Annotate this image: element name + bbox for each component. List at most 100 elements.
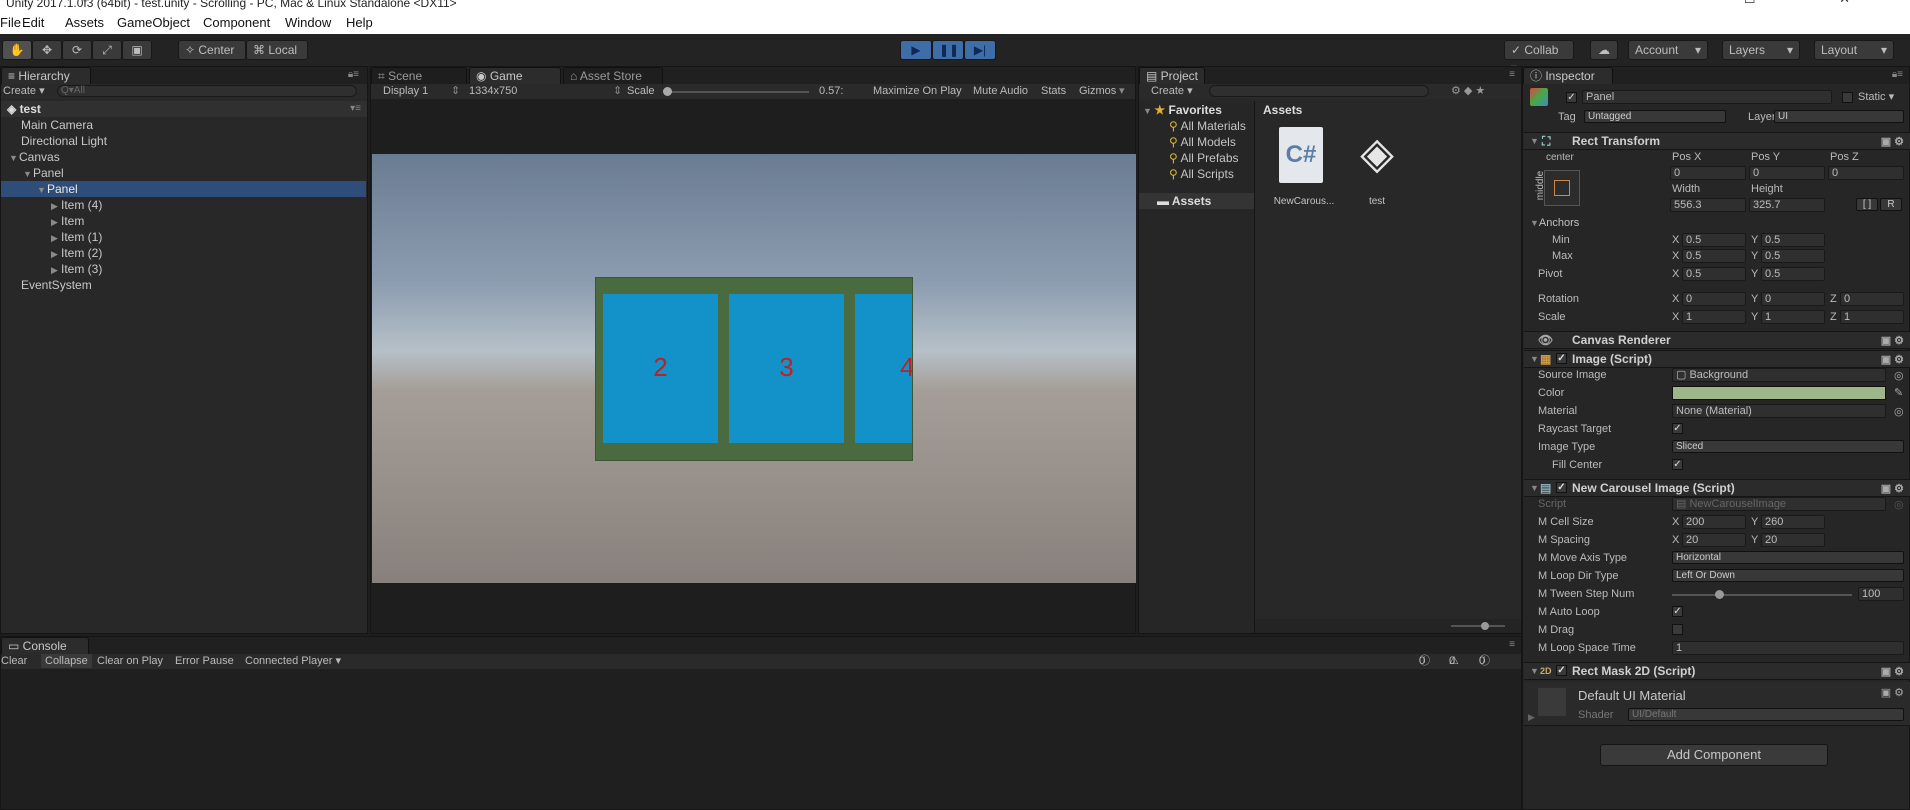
tag-dropdown[interactable]: Untagged (1584, 110, 1726, 123)
scale-tool-icon[interactable]: ⤢ (92, 40, 122, 60)
hierarchy-item-panel-selected[interactable]: ▼Panel (1, 181, 366, 197)
active-checkbox[interactable]: ✓ (1566, 92, 1577, 103)
zoom-slider[interactable] (1451, 625, 1505, 627)
scene-menu-icon[interactable]: ▾≡ (350, 101, 361, 117)
window-controls[interactable]: — ☐ ✕ (1647, 0, 1890, 5)
spacing-x-field[interactable]: 20 (1682, 533, 1746, 547)
pivot-local-button[interactable]: ⌘ Local (246, 40, 308, 60)
shader-dropdown[interactable]: UI/Default (1628, 708, 1904, 721)
console-clear-button[interactable]: Clear (1, 654, 27, 668)
tab-project[interactable]: ▤ Project (1139, 67, 1205, 84)
anchor-min-x-field[interactable]: 0.5 (1682, 233, 1746, 247)
favorite-all-materials[interactable]: ⚲ All Materials (1169, 119, 1246, 133)
scale-z-field[interactable]: 1 (1840, 310, 1904, 324)
zoom-slider-thumb[interactable] (1481, 622, 1489, 630)
project-create-button[interactable]: Create ▾ (1151, 84, 1193, 98)
lock-icon[interactable]: 🔒︎≡ (1892, 69, 1903, 80)
image-script-header[interactable]: ▼ ▦ ✓ Image (Script) ▣ ⚙ (1524, 350, 1910, 368)
auto-loop-checkbox[interactable]: ✓ (1672, 606, 1683, 617)
rect-transform-header[interactable]: ▼ ⛶ Rect Transform ▣ ⚙ (1524, 132, 1910, 150)
collab-button[interactable]: ✓ Collab ▾ (1504, 40, 1574, 75)
console-error-pause-button[interactable]: Error Pause (175, 654, 234, 668)
cell-size-x-field[interactable]: 200 (1682, 515, 1746, 529)
raw-edit-button[interactable]: R (1880, 198, 1902, 211)
gear-icon[interactable]: ▣ ⚙ (1881, 686, 1904, 699)
scale-slider-thumb[interactable] (663, 87, 672, 96)
layers-dropdown[interactable]: Layers ▾ (1722, 40, 1800, 60)
pos-y-field[interactable]: 0 (1749, 166, 1825, 180)
hierarchy-search-input[interactable]: Q▾All (57, 85, 357, 97)
menu-assets[interactable]: Assets (65, 15, 104, 30)
object-picker-icon[interactable]: ◎ (1894, 369, 1904, 382)
display-dropdown[interactable]: Display 1 (383, 84, 428, 98)
hierarchy-item-panel[interactable]: ▼Panel (1, 165, 64, 181)
pause-button[interactable]: ❚❚ (932, 40, 964, 60)
move-tool-icon[interactable]: ✥ (32, 40, 62, 60)
console-collapse-button[interactable]: Collapse (41, 654, 92, 668)
hand-tool-icon[interactable]: ✋ (2, 40, 32, 60)
anchor-preset-icon[interactable] (1544, 170, 1580, 206)
console-connected-player-dropdown[interactable]: Connected Player ▾ (245, 654, 341, 668)
menu-edit[interactable]: Edit (22, 15, 44, 30)
expand-arrow-icon[interactable]: ▼ (9, 150, 19, 166)
hierarchy-item-item[interactable]: ▶ Item (1, 213, 84, 229)
scale-x-field[interactable]: 1 (1682, 310, 1746, 324)
filter-icon[interactable]: ⚙ ◆ ★ (1451, 84, 1485, 98)
loop-space-time-field[interactable]: 1 (1672, 641, 1904, 655)
spacing-y-field[interactable]: 20 (1761, 533, 1825, 547)
pos-x-field[interactable]: 0 (1670, 166, 1746, 180)
hierarchy-item-main-camera[interactable]: Main Camera (1, 117, 93, 133)
loop-dir-dropdown[interactable]: Left Or Down (1672, 569, 1904, 582)
cloud-icon[interactable]: ☁ (1590, 40, 1618, 60)
hierarchy-create-button[interactable]: Create ▾ (3, 84, 45, 98)
play-button[interactable]: ▶ (900, 40, 932, 60)
layout-dropdown[interactable]: Layout ▾ (1814, 40, 1894, 60)
collapse-arrow-icon[interactable]: ▶ (51, 262, 61, 278)
pivot-x-field[interactable]: 0.5 (1682, 267, 1746, 281)
expand-arrow-icon[interactable]: ▼ (23, 166, 33, 182)
lock-icon[interactable]: 🔒︎≡ (348, 69, 359, 80)
expand-arrow-icon[interactable]: ▼ (37, 182, 47, 198)
scale-slider[interactable] (663, 91, 809, 93)
pos-z-field[interactable]: 0 (1828, 166, 1904, 180)
csharp-script-icon[interactable]: C# (1279, 127, 1323, 183)
tab-asset-store[interactable]: ⌂ Asset Store (563, 67, 663, 84)
hierarchy-item-canvas[interactable]: ▼Canvas (1, 149, 60, 165)
panel-menu-icon[interactable]: ≡ (1509, 639, 1515, 650)
material-field[interactable]: None (Material) (1672, 404, 1886, 418)
static-dropdown[interactable]: Static ▾ (1858, 90, 1894, 103)
menu-gameobject[interactable]: GameObject (117, 15, 190, 30)
hierarchy-item-item-2[interactable]: ▶ Item (2) (1, 245, 102, 261)
tab-game[interactable]: ◉ Game (469, 67, 561, 84)
scene-header[interactable]: ◈ test ▾≡ (1, 101, 367, 117)
panel-menu-icon[interactable]: ≡ (1509, 69, 1515, 80)
rotation-x-field[interactable]: 0 (1682, 292, 1746, 306)
anchors-foldout[interactable]: ▼Anchors (1530, 217, 1579, 229)
layer-dropdown[interactable]: UI (1774, 110, 1904, 123)
object-picker-icon[interactable]: ◎ (1894, 405, 1904, 418)
anchor-max-x-field[interactable]: 0.5 (1682, 249, 1746, 263)
hierarchy-item-item-1[interactable]: ▶ Item (1) (1, 229, 102, 245)
collapse-arrow-icon[interactable]: ▼ (1143, 106, 1154, 116)
tween-step-slider-thumb[interactable] (1714, 590, 1724, 599)
rotation-z-field[interactable]: 0 (1840, 292, 1904, 306)
hierarchy-item-eventsystem[interactable]: EventSystem (1, 277, 92, 293)
tab-hierarchy[interactable]: ≡ Hierarchy (1, 67, 91, 84)
favorite-all-scripts[interactable]: ⚲ All Scripts (1169, 167, 1234, 181)
menu-window[interactable]: Window (285, 15, 331, 30)
anchor-min-y-field[interactable]: 0.5 (1761, 233, 1825, 247)
rect-tool-icon[interactable]: ▣ (122, 40, 152, 60)
image-type-dropdown[interactable]: Sliced (1672, 440, 1904, 453)
tab-scene[interactable]: ⌗ Scene (371, 67, 467, 84)
scale-y-field[interactable]: 1 (1761, 310, 1825, 324)
console-clear-on-play-button[interactable]: Clear on Play (97, 654, 163, 668)
collapse-arrow-icon[interactable]: ▶ (51, 198, 61, 214)
source-image-field[interactable]: ▢ Background (1672, 368, 1886, 382)
static-checkbox[interactable] (1842, 92, 1853, 103)
fill-center-checkbox[interactable]: ✓ (1672, 459, 1683, 470)
eyedropper-icon[interactable]: ✎ (1894, 386, 1903, 399)
height-field[interactable]: 325.7 (1749, 198, 1825, 212)
collapse-arrow-icon[interactable]: ▶ (1528, 712, 1535, 723)
hierarchy-item-directional-light[interactable]: Directional Light (1, 133, 107, 149)
rect-mask-header[interactable]: ▼ 2D ✓ Rect Mask 2D (Script) ▣ ⚙ (1524, 662, 1910, 680)
